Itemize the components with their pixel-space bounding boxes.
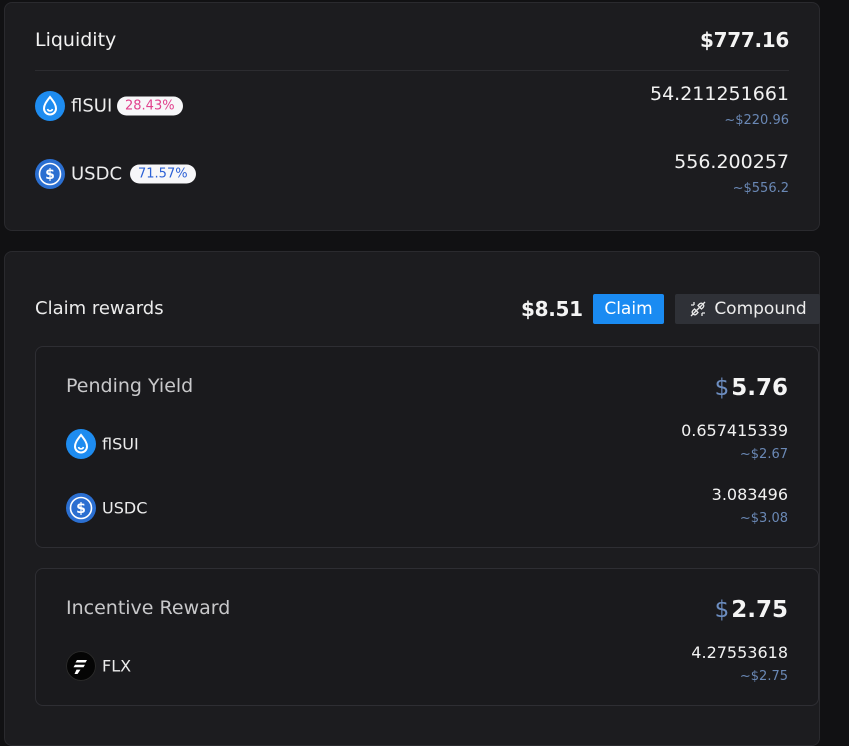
incentive-reward-panel: Incentive Reward $2.75 FLX 4.27553618 ~$…: [35, 568, 819, 706]
token-name: flSUI: [71, 95, 113, 117]
pending-token-row: $ USDC 3.083496 ~$3.08: [66, 483, 788, 533]
liquidity-title: Liquidity: [35, 29, 117, 51]
liquidity-total: $777.16: [700, 28, 789, 52]
flx-icon: [66, 651, 96, 681]
token-name: FLX: [102, 656, 132, 676]
incentive-token-row: FLX 4.27553618 ~$2.75: [66, 641, 788, 691]
claim-rewards-title: Claim rewards: [35, 298, 164, 319]
claim-rewards-total: $8.51: [521, 297, 583, 321]
token-amount: 54.211251661: [649, 83, 789, 105]
token-usd-value: ~$2.75: [739, 669, 788, 684]
svg-text:$: $: [45, 167, 55, 183]
percent-badge: 28.43%: [117, 96, 183, 116]
flsui-icon: [66, 429, 96, 459]
pending-yield-value: 5.76: [731, 375, 788, 401]
liquidity-header: Liquidity $777.16: [35, 3, 789, 71]
dollar-sign: $: [714, 597, 730, 623]
usdc-icon: $: [35, 159, 65, 189]
token-name: USDC: [102, 498, 148, 518]
compound-icon: [690, 301, 706, 317]
token-usd-value: ~$220.96: [724, 113, 789, 128]
compound-button[interactable]: Compound: [675, 294, 820, 324]
claim-rewards-card: Claim rewards $8.51 Claim Compound Pendi…: [4, 251, 820, 746]
pending-yield-total: $5.76: [715, 375, 788, 401]
token-amount: 4.27553618: [691, 643, 788, 662]
liquidity-token-row: flSUI 28.43% 54.211251661 ~$220.96: [35, 81, 789, 131]
incentive-reward-value: 2.75: [731, 597, 788, 623]
flsui-icon: [35, 91, 65, 121]
compound-label: Compound: [714, 299, 807, 319]
token-usd-value: ~$3.08: [739, 511, 788, 526]
usdc-icon: $: [66, 493, 96, 523]
liquidity-token-row: $ USDC 71.57% 556.200257 ~$556.2: [35, 149, 789, 199]
svg-text:$: $: [76, 501, 86, 517]
percent-badge: 71.57%: [130, 164, 196, 184]
token-usd-value: ~$556.2: [732, 181, 789, 196]
token-amount: 556.200257: [674, 151, 789, 173]
pending-yield-panel: Pending Yield $5.76 flSUI 0.657415339 ~$…: [35, 346, 819, 548]
token-amount: 0.657415339: [681, 421, 788, 440]
token-name: USDC: [71, 163, 123, 185]
liquidity-card: Liquidity $777.16 flSUI 28.43% 54.211251…: [4, 2, 820, 231]
claim-button[interactable]: Claim: [593, 294, 664, 324]
incentive-reward-title: Incentive Reward: [66, 597, 231, 619]
pending-token-row: flSUI 0.657415339 ~$2.67: [66, 419, 788, 469]
dollar-sign: $: [714, 375, 730, 401]
incentive-reward-total: $2.75: [715, 597, 788, 623]
token-name: flSUI: [102, 434, 139, 454]
token-amount: 3.083496: [711, 485, 788, 504]
token-usd-value: ~$2.67: [739, 447, 788, 462]
pending-yield-title: Pending Yield: [66, 375, 194, 397]
